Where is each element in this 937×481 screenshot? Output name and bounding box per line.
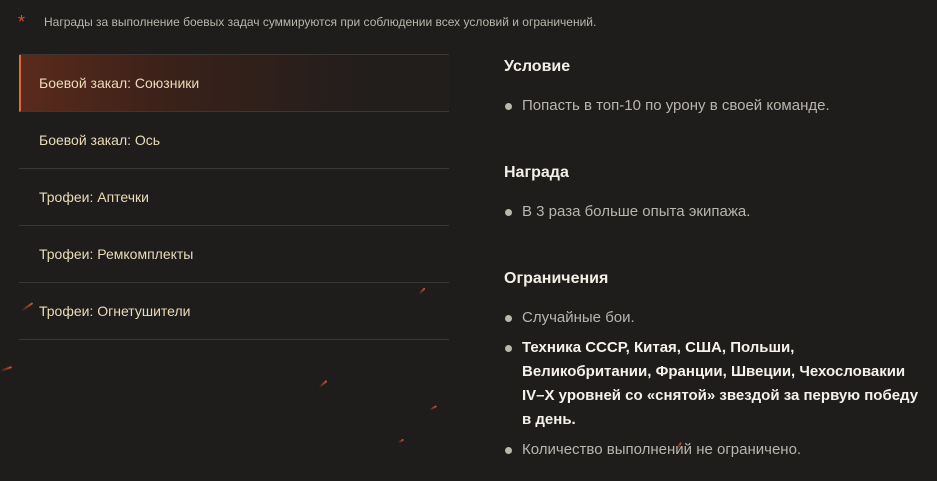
list-item: Количество выполнений не ограничено. <box>504 438 924 462</box>
menu-item-trophies-repairkits[interactable]: Трофеи: Ремкомплекты <box>19 226 449 283</box>
menu-item-label: Трофеи: Аптечки <box>39 189 149 205</box>
menu-item-trophies-medkits[interactable]: Трофеи: Аптечки <box>19 169 449 226</box>
spark-decoration <box>318 380 328 388</box>
restrictions-list: Случайные бои. Техника СССР, Китая, США,… <box>504 306 924 462</box>
restrictions-title: Ограничения <box>504 270 609 287</box>
list-item: Техника СССР, Китая, США, Польши, Велико… <box>504 336 924 432</box>
spark-decoration <box>429 405 437 411</box>
list-item: Случайные бои. <box>504 306 924 330</box>
menu-item-label: Боевой закал: Ось <box>39 132 161 148</box>
menu-item-label: Трофеи: Ремкомплекты <box>39 246 194 262</box>
restrictions-section: Ограничения Случайные бои. Техника СССР,… <box>504 270 924 468</box>
task-menu: Боевой закал: Союзники Боевой закал: Ось… <box>19 54 449 340</box>
list-item: Попасть в топ-10 по урону в своей команд… <box>504 94 924 118</box>
menu-item-label: Боевой закал: Союзники <box>39 75 200 91</box>
spark-decoration <box>397 438 405 444</box>
reward-note: * Награды за выполнение боевых задач сум… <box>18 12 596 32</box>
condition-section: Условие Попасть в топ-10 по урону в свое… <box>504 58 924 124</box>
list-item: В 3 раза больше опыта экипажа. <box>504 200 924 224</box>
spark-decoration <box>0 366 12 372</box>
condition-title: Условие <box>504 58 571 75</box>
condition-list: Попасть в топ-10 по урону в своей команд… <box>504 94 924 118</box>
reward-list: В 3 раза больше опыта экипажа. <box>504 200 924 224</box>
menu-item-trophies-extinguishers[interactable]: Трофеи: Огнетушители <box>19 283 449 340</box>
menu-item-label: Трофеи: Огнетушители <box>39 303 191 319</box>
reward-title: Награда <box>504 164 569 181</box>
reward-section: Награда В 3 раза больше опыта экипажа. <box>504 164 924 230</box>
menu-item-combat-allies[interactable]: Боевой закал: Союзники <box>19 55 449 112</box>
note-text: Награды за выполнение боевых задач сумми… <box>44 15 597 29</box>
asterisk-icon: * <box>18 12 26 32</box>
menu-item-combat-axis[interactable]: Боевой закал: Ось <box>19 112 449 169</box>
